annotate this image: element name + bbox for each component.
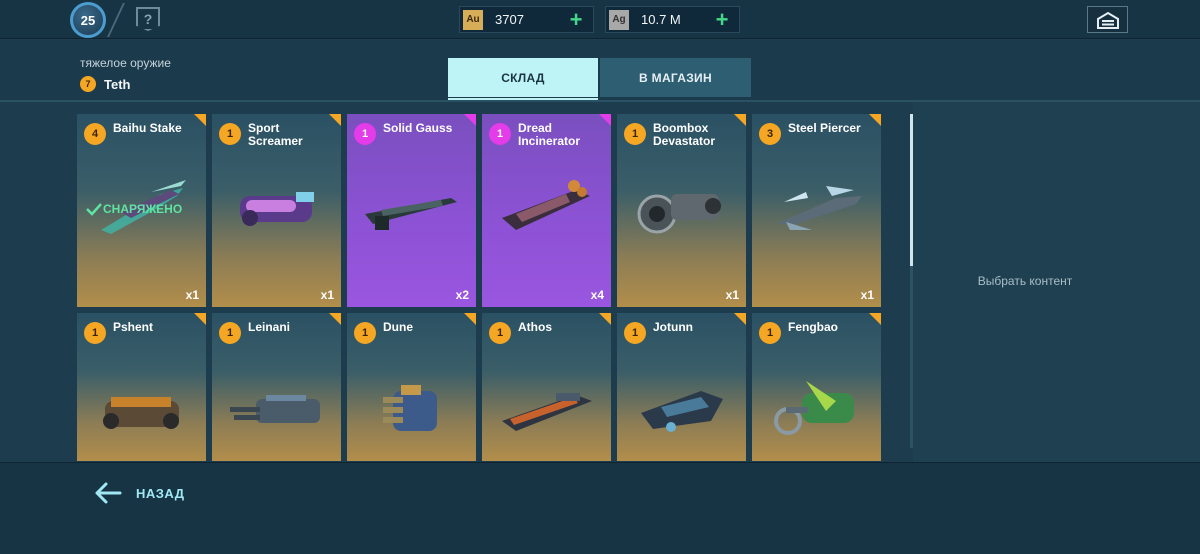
weapon-quantity: x4 <box>590 288 604 302</box>
weapon-image <box>502 180 590 230</box>
pilot-name: Teth <box>104 76 131 92</box>
gold-coin-icon: Au <box>463 9 483 30</box>
weapon-quantity: x1 <box>725 288 739 302</box>
back-button[interactable]: НАЗАД <box>94 478 185 508</box>
weapon-quantity: x1 <box>185 288 199 302</box>
silver-amount: 10.7 M <box>641 12 681 27</box>
weapon-level-badge: 4 <box>84 123 106 145</box>
top-bar <box>0 0 1200 39</box>
weapon-card[interactable]: 1 Leinani <box>212 313 341 461</box>
weapon-image <box>103 397 179 429</box>
help-glyph: ? <box>143 11 153 27</box>
player-level-badge[interactable]: 25 <box>70 2 106 38</box>
weapon-level-badge: 1 <box>489 322 511 344</box>
weapon-name: Solid Gauss <box>383 121 453 135</box>
weapon-image <box>365 198 457 230</box>
weapon-name: Pshent <box>113 320 154 334</box>
weapon-card[interactable]: 1 Athos <box>482 313 611 461</box>
weapon-image <box>383 385 437 431</box>
weapon-image <box>637 194 721 234</box>
weapon-card[interactable]: 1 Dread Incinerator x4 <box>482 114 611 307</box>
weapon-card[interactable]: 1 Solid Gauss x2 <box>347 114 476 307</box>
weapon-name: Boombox Devastator <box>653 121 716 148</box>
weapon-name: Sport Screamer <box>248 121 303 148</box>
bottom-bar <box>0 462 1200 554</box>
back-label: НАЗАД <box>136 485 185 501</box>
add-gold-button[interactable]: + <box>565 8 587 30</box>
weapon-card[interactable]: 1 Pshent <box>77 313 206 461</box>
weapon-grid: 4 Baihu Stake СНАРЯЖЕНО x1 1 Sport Screa… <box>0 102 910 462</box>
weapon-card[interactable]: 1 Sport Screamer x1 <box>212 114 341 307</box>
weapon-category: тяжелое оружие <box>80 56 171 70</box>
weapon-quantity: x1 <box>860 288 874 302</box>
weapon-name: Athos <box>518 320 552 334</box>
weapon-level-badge: 1 <box>759 322 781 344</box>
weapon-name: Steel Piercer <box>788 121 861 135</box>
tab-storage[interactable]: СКЛАД <box>448 58 598 97</box>
hangar-icon <box>1096 11 1119 29</box>
weapon-level-badge: 1 <box>354 322 376 344</box>
weapon-image <box>240 192 314 226</box>
weapon-image <box>641 391 723 432</box>
equipped-label: СНАРЯЖЕНО <box>103 202 183 216</box>
weapon-level-badge: 1 <box>84 322 106 344</box>
weapon-card[interactable]: 1 Boombox Devastator x1 <box>617 114 746 307</box>
checkmark-icon <box>86 203 102 216</box>
weapon-card[interactable]: 1 Dune <box>347 313 476 461</box>
silver-coin-icon: Ag <box>609 9 629 30</box>
tab-shop[interactable]: В МАГАЗИН <box>600 58 751 97</box>
weapon-name: Leinani <box>248 320 291 334</box>
weapon-name: Dread Incinerator <box>518 121 581 148</box>
gold-amount: 3707 <box>495 12 524 27</box>
gold-symbol: Au <box>466 14 480 25</box>
weapon-card[interactable]: 1 Fengbao <box>752 313 881 461</box>
weapon-name: Dune <box>383 320 413 334</box>
weapon-level-badge: 3 <box>759 123 781 145</box>
weapon-card[interactable]: 3 Steel Piercer x1 <box>752 114 881 307</box>
select-content-hint: Выбрать контент <box>977 274 1073 288</box>
arrow-left-icon <box>95 482 122 504</box>
weapon-level-badge: 1 <box>624 322 646 344</box>
weapon-name: Jotunn <box>653 320 693 334</box>
weapon-name: Fengbao <box>788 320 838 334</box>
gold-currency: Au 3707 + <box>459 6 594 33</box>
weapon-level-badge: 1 <box>624 123 646 145</box>
weapon-card[interactable]: 4 Baihu Stake СНАРЯЖЕНО x1 <box>77 114 206 307</box>
weapon-image <box>230 395 320 423</box>
weapon-level-badge: 1 <box>489 123 511 145</box>
weapon-name: Baihu Stake <box>113 121 182 135</box>
weapon-image <box>774 381 854 435</box>
weapon-level-badge: 1 <box>354 123 376 145</box>
weapon-quantity: x2 <box>455 288 469 302</box>
weapon-card[interactable]: 1 Jotunn <box>617 313 746 461</box>
silver-currency: Ag 10.7 M + <box>605 6 740 33</box>
player-level-value: 25 <box>80 12 96 28</box>
weapon-image <box>502 393 592 431</box>
weapon-image <box>776 186 862 230</box>
weapon-level-badge: 1 <box>219 322 241 344</box>
equipped-status: СНАРЯЖЕНО <box>85 202 182 216</box>
weapon-quantity: x1 <box>320 288 334 302</box>
silver-symbol: Ag <box>612 14 626 25</box>
weapon-level-badge: 1 <box>219 123 241 145</box>
pilot-level-badge: 7 <box>80 76 96 92</box>
add-silver-button[interactable]: + <box>711 8 733 30</box>
pilot-info: 7 Teth <box>80 76 130 92</box>
hangar-button[interactable] <box>1087 6 1128 33</box>
